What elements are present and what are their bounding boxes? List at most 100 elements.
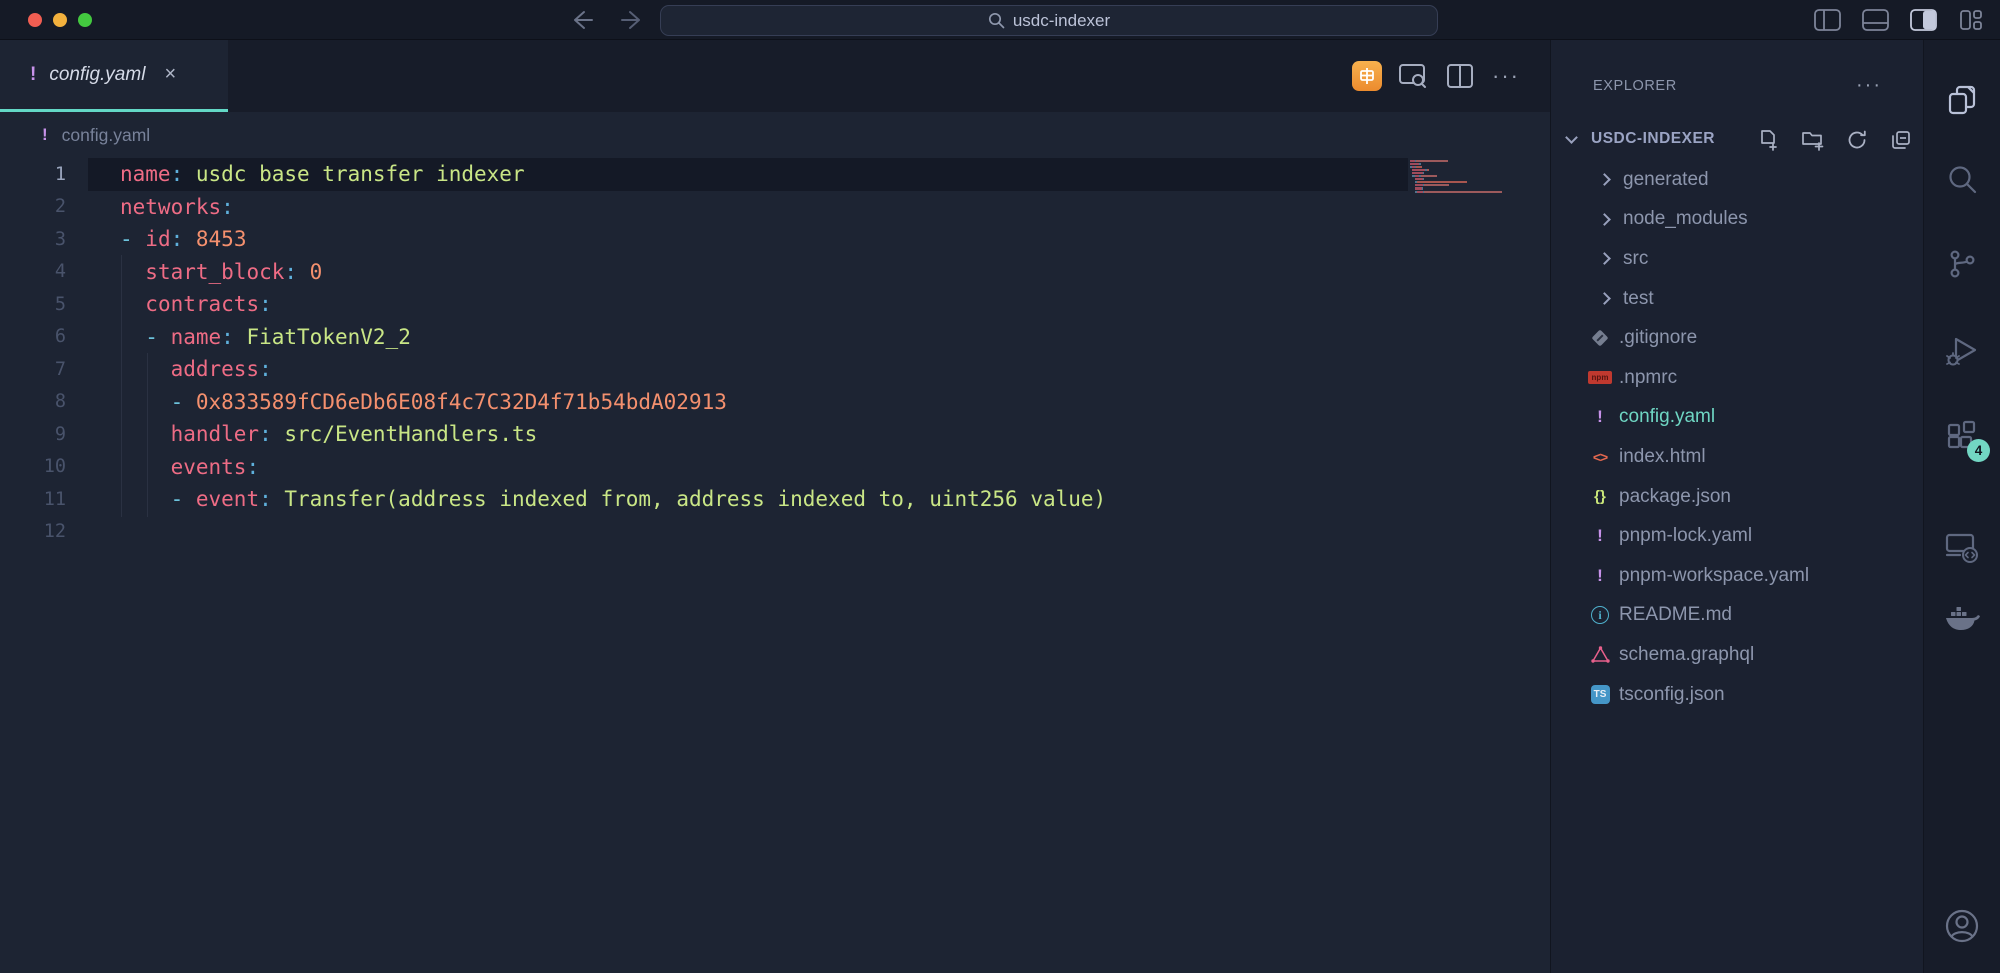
- line-number: 2: [0, 196, 66, 217]
- file-label: generated: [1623, 169, 1709, 191]
- refresh-icon[interactable]: [1844, 127, 1870, 153]
- code-line[interactable]: 3- id: 8453: [0, 223, 1550, 256]
- project-root-row[interactable]: USDC-INDEXER: [1551, 122, 1924, 158]
- editor-more-actions-icon[interactable]: ···: [1492, 63, 1520, 89]
- file-label: test: [1623, 288, 1654, 310]
- back-arrow-icon[interactable]: [566, 7, 594, 33]
- code-editor[interactable]: 1name: usdc base transfer indexer2networ…: [0, 158, 1550, 548]
- line-content: events:: [66, 455, 259, 479]
- minimap-line: [1410, 166, 1422, 168]
- code-line[interactable]: 1name: usdc base transfer indexer: [0, 158, 1550, 191]
- file-row-pnpm-lock-yaml[interactable]: ! pnpm-lock.yaml: [1551, 516, 1924, 556]
- toggle-panel-icon[interactable]: [1860, 8, 1890, 32]
- file-row-readme-md[interactable]: iREADME.md: [1551, 596, 1924, 636]
- minimap-line: [1410, 187, 1423, 189]
- titlebar: usdc-indexer: [0, 0, 2000, 40]
- zoom-window-button[interactable]: [78, 13, 92, 27]
- line-content: - name: FiatTokenV2_2: [66, 325, 411, 349]
- minimap-line: [1410, 169, 1429, 171]
- line-content: address:: [66, 357, 272, 381]
- extensions-view-icon[interactable]: 4: [1938, 412, 1986, 460]
- traffic-lights: [28, 13, 92, 27]
- file-row--npmrc[interactable]: npm.npmrc: [1551, 358, 1924, 398]
- graphql-file-icon: [1591, 646, 1610, 664]
- line-number: 1: [0, 164, 66, 185]
- file-label: .npmrc: [1619, 367, 1677, 389]
- file-label: index.html: [1619, 446, 1706, 468]
- file-row--gitignore[interactable]: .gitignore: [1551, 318, 1924, 358]
- code-line[interactable]: 7 address:: [0, 353, 1550, 386]
- toggle-secondary-sidebar-icon[interactable]: [1908, 8, 1938, 32]
- line-number: 9: [0, 424, 66, 445]
- global-search-input[interactable]: usdc-indexer: [660, 5, 1438, 36]
- folder-row-node-modules[interactable]: node_modules: [1551, 200, 1924, 240]
- chevron-right-icon: [1598, 213, 1611, 226]
- new-folder-icon[interactable]: [1800, 127, 1826, 153]
- yaml-file-icon: !: [1597, 407, 1603, 427]
- code-lines: 1name: usdc base transfer indexer2networ…: [0, 158, 1550, 548]
- folder-row-test[interactable]: test: [1551, 279, 1924, 319]
- git-file-icon: [1592, 330, 1609, 347]
- chevron-right-icon: [1598, 173, 1611, 186]
- breadcrumb[interactable]: ! config.yaml: [0, 112, 1550, 158]
- line-content: - 0x833589fCD6eDb6E08f4c7C32D4f71b54bdA0…: [66, 390, 727, 414]
- file-row-pnpm-workspace-yaml[interactable]: !pnpm-workspace.yaml: [1551, 556, 1924, 596]
- tab-bar: ! config.yaml × ···: [0, 40, 1550, 112]
- account-icon[interactable]: [1938, 902, 1986, 950]
- code-line[interactable]: 4 start_block: 0: [0, 256, 1550, 289]
- source-control-icon[interactable]: [1938, 240, 1986, 288]
- docker-view-icon[interactable]: [1938, 594, 1986, 642]
- minimap-line: [1410, 184, 1449, 186]
- search-view-icon[interactable]: [1938, 156, 1986, 204]
- file-label: src: [1623, 248, 1648, 270]
- minimize-window-button[interactable]: [53, 13, 67, 27]
- code-line[interactable]: 2networks:: [0, 191, 1550, 224]
- explorer-title: EXPLORER: [1593, 78, 1677, 94]
- remote-explorer-icon[interactable]: [1938, 524, 1986, 572]
- code-line[interactable]: 11 - event: Transfer(address indexed fro…: [0, 483, 1550, 516]
- file-label: package.json: [1619, 486, 1731, 508]
- file-label: tsconfig.json: [1619, 684, 1725, 706]
- minimap[interactable]: [1410, 158, 1548, 278]
- explorer-more-actions-icon[interactable]: ···: [1856, 74, 1882, 97]
- folder-row-generated[interactable]: generated: [1551, 160, 1924, 200]
- file-label: .gitignore: [1619, 327, 1697, 349]
- new-file-icon[interactable]: [1756, 127, 1782, 153]
- yaml-file-icon: !: [1597, 526, 1603, 546]
- file-row-config-yaml[interactable]: !config.yaml: [1551, 398, 1924, 438]
- toggle-primary-sidebar-icon[interactable]: [1812, 8, 1842, 32]
- file-row-schema-graphql[interactable]: schema.graphql: [1551, 635, 1924, 675]
- code-line[interactable]: 10 events:: [0, 451, 1550, 484]
- file-label: pnpm-workspace.yaml: [1619, 565, 1809, 587]
- minimap-line: [1410, 191, 1502, 193]
- file-row-index-html[interactable]: <>index.html: [1551, 437, 1924, 477]
- chevron-down-icon: [1565, 131, 1578, 144]
- file-row-package-json[interactable]: {}package.json: [1551, 477, 1924, 517]
- file-list: generated node_modulessrc test .gitignore np…: [1551, 160, 1924, 714]
- code-line[interactable]: 12: [0, 516, 1550, 549]
- code-line[interactable]: 8 - 0x833589fCD6eDb6E08f4c7C32D4f71b54bd…: [0, 386, 1550, 419]
- indent-guide: [121, 255, 122, 517]
- folder-row-src[interactable]: src: [1551, 239, 1924, 279]
- collapse-folders-icon[interactable]: [1888, 127, 1914, 153]
- line-content: start_block: 0: [66, 260, 322, 284]
- customize-layout-icon[interactable]: [1956, 8, 1986, 32]
- line-number: 8: [0, 391, 66, 412]
- line-number: 12: [0, 521, 66, 542]
- file-label: README.md: [1619, 604, 1732, 626]
- editor-group: ! config.yaml × ··· ! config.yaml 1name:…: [0, 40, 1550, 973]
- close-window-button[interactable]: [28, 13, 42, 27]
- code-line[interactable]: 5 contracts:: [0, 288, 1550, 321]
- open-preview-icon[interactable]: [1398, 62, 1428, 90]
- file-label: pnpm-lock.yaml: [1619, 525, 1752, 547]
- file-row-tsconfig-json[interactable]: TStsconfig.json: [1551, 675, 1924, 715]
- code-line[interactable]: 9 handler: src/EventHandlers.ts: [0, 418, 1550, 451]
- forward-arrow-icon[interactable]: [620, 7, 648, 33]
- line-content: handler: src/EventHandlers.ts: [66, 422, 537, 446]
- extension-cjk-icon[interactable]: [1352, 61, 1382, 91]
- split-editor-icon[interactable]: [1446, 63, 1474, 89]
- run-debug-icon[interactable]: [1938, 328, 1986, 376]
- explorer-view-icon[interactable]: [1938, 76, 1986, 124]
- code-line[interactable]: 6 - name: FiatTokenV2_2: [0, 321, 1550, 354]
- file-label: node_modules: [1623, 208, 1748, 230]
